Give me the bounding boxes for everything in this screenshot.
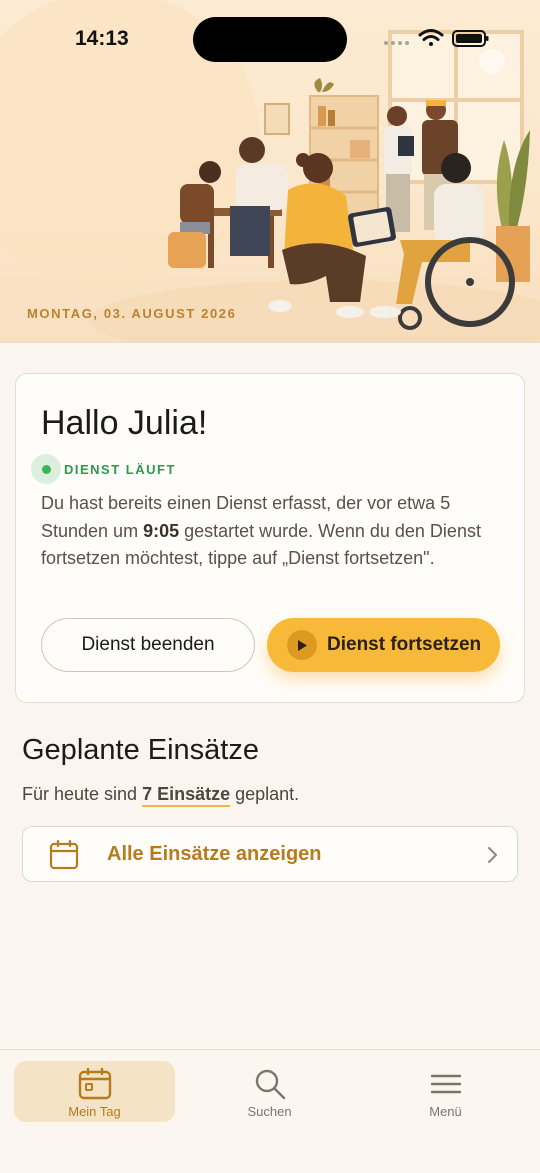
shift-status-badge: DIENST LÄUFT — [31, 454, 176, 484]
shift-description: Du hast bereits einen Dienst erfasst, de… — [41, 490, 501, 573]
planned-summary-prefix: Für heute sind — [22, 784, 143, 804]
cellular-signal-icon — [384, 41, 409, 45]
tab-bar: Mein Tag Suchen Menü — [0, 1049, 540, 1173]
tab-mein-tag[interactable]: Mein Tag — [14, 1061, 175, 1122]
menu-icon — [430, 1074, 461, 1094]
shift-start-time: 9:05 — [143, 520, 180, 541]
continue-shift-label: Dienst fortsetzen — [327, 634, 482, 655]
shift-card: Hallo Julia! DIENST LÄUFT Du hast bereit… — [15, 373, 525, 703]
tab-label: Mein Tag — [68, 1104, 121, 1119]
current-date: MONTAG, 03. AUGUST 2026 — [27, 306, 237, 321]
chevron-right-icon — [488, 847, 497, 863]
tab-suchen[interactable]: Suchen — [189, 1061, 350, 1122]
end-shift-button[interactable]: Dienst beenden — [41, 618, 255, 672]
calendar-icon — [78, 1067, 111, 1100]
calendar-icon — [49, 840, 79, 870]
planned-section-title: Geplante Einsätze — [22, 734, 259, 766]
status-dot-icon — [31, 454, 61, 484]
greeting-title: Hallo Julia! — [41, 404, 208, 442]
show-all-assignments-label: Alle Einsätze anzeigen — [107, 843, 322, 865]
tab-label: Suchen — [247, 1104, 292, 1119]
wifi-icon — [418, 29, 444, 46]
tab-label: Menü — [429, 1104, 462, 1119]
hero-banner: 14:13 MONTAG, 03. AUGUST 2026 — [0, 0, 540, 343]
show-all-assignments-button[interactable]: Alle Einsätze anzeigen — [22, 826, 518, 882]
battery-icon — [452, 30, 489, 47]
status-bar-icons — [384, 29, 489, 47]
continue-shift-button[interactable]: Dienst fortsetzen — [267, 618, 500, 672]
dynamic-island — [193, 17, 347, 62]
status-bar-time: 14:13 — [75, 27, 129, 50]
assignment-count-link[interactable]: 7 Einsätze — [142, 784, 231, 807]
play-icon — [287, 630, 317, 660]
shift-status-label: DIENST LÄUFT — [64, 461, 176, 477]
planned-summary: Für heute sind 7 Einsätze geplant. — [22, 784, 300, 807]
planned-summary-suffix: geplant. — [230, 784, 300, 804]
search-icon — [255, 1069, 285, 1100]
tab-menu[interactable]: Menü — [365, 1061, 526, 1122]
